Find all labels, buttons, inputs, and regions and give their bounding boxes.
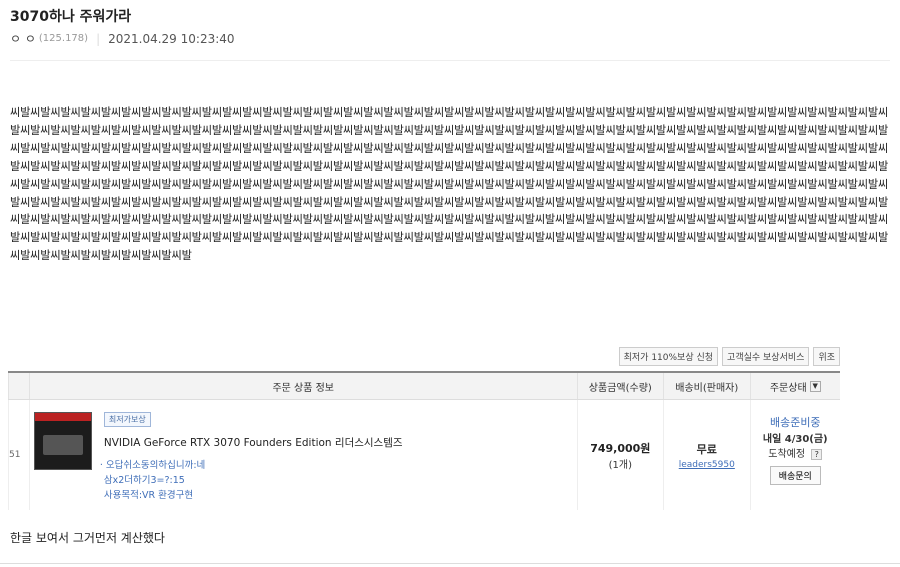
thumbnail-graphics-card <box>42 435 83 455</box>
dropdown-arrow-icon[interactable]: ▼ <box>809 380 821 392</box>
shipping-fee: 무료 <box>696 442 717 456</box>
order-table-header: 주문 상품 정보 상품금액(수량) 배송비(판매자) 주문상태 ▼ <box>8 373 840 400</box>
bottom-divider <box>0 563 900 564</box>
shipping-cell: 무료 leaders5950 <box>663 400 749 510</box>
item-price: 749,000원 <box>590 441 651 455</box>
help-icon[interactable]: ? <box>811 449 823 460</box>
service-tags: 최저가 110%보상 신청 고객실수 보상서비스 위조 <box>618 347 840 366</box>
seller-link[interactable]: leaders5950 <box>679 460 735 470</box>
header-blank <box>8 373 29 399</box>
item-qty: (1개) <box>608 459 632 471</box>
row-number: 51 <box>8 400 29 510</box>
price-cell: 749,000원 (1개) <box>576 400 663 510</box>
post-body-text: 씨발씨발씨발씨발씨발씨발씨발씨발씨발씨발씨발씨발씨발씨발씨발씨발씨발씨발씨발씨발… <box>10 106 889 263</box>
eta-note-text: 도착예정 <box>768 449 806 460</box>
option-line-3: 사용목적:VR 환경구현 <box>103 490 194 501</box>
product-thumbnail[interactable] <box>33 412 92 470</box>
item-cell: 최저가보상 NVIDIA GeForce RTX 3070 Founders E… <box>28 400 577 510</box>
tag-lowest-price[interactable]: 최저가 110%보상 신청 <box>618 347 719 366</box>
tag-counterfeit[interactable]: 위조 <box>813 347 840 366</box>
tag-customer-error[interactable]: 고객실수 보상서비스 <box>722 347 810 366</box>
status-cell: 배송준비중 내일 4/30(금) 도착예정 ? 배송문의 <box>749 400 840 510</box>
option-line-2: 삼x2더하기3=?:15 <box>103 475 185 486</box>
option-line-1: · 오답쉬소동의하십니까:네 <box>99 460 206 471</box>
order-screenshot: 최저가 110%보상 신청 고객실수 보상서비스 위조 주문 상품 정보 상품금… <box>0 347 840 517</box>
header-item-info: 주문 상품 정보 <box>28 373 577 399</box>
delivery-eta-note: 도착예정 ? <box>768 445 823 460</box>
post-title: 3070하나 주워가라 <box>10 9 132 25</box>
shipping-inquiry-button[interactable]: 배송문의 <box>769 466 821 485</box>
post-date: 2021.04.29 10:23:40 <box>108 31 235 46</box>
meta-separator: | <box>96 31 101 46</box>
status-label: 배송준비중 <box>769 416 821 429</box>
header-status-label: 주문상태 <box>769 382 807 394</box>
lowest-price-badge: 최저가보상 <box>103 412 151 427</box>
header-divider <box>10 60 890 61</box>
header-price-qty: 상품금액(수량) <box>576 373 663 399</box>
delivery-eta: 내일 4/30(금) <box>762 434 828 445</box>
order-row: 51 최저가보상 NVIDIA GeForce RTX 3070 Founder… <box>8 400 840 510</box>
thumbnail-banner <box>34 413 91 421</box>
author-nick[interactable]: ㅇ ㅇ <box>10 30 36 47</box>
header-shipping: 배송비(판매자) <box>663 373 749 399</box>
product-name[interactable]: NVIDIA GeForce RTX 3070 Founders Edition… <box>104 435 403 450</box>
post-meta: ㅇ ㅇ (125.178) | 2021.04.29 10:23:40 <box>10 30 235 47</box>
order-table: 주문 상품 정보 상품금액(수량) 배송비(판매자) 주문상태 ▼ 51 최저가… <box>8 371 840 510</box>
post-caption: 한글 보여서 그거먼저 계산했다 <box>10 531 165 545</box>
author-ip: (125.178) <box>38 33 89 44</box>
header-status: 주문상태 ▼ <box>749 373 840 399</box>
